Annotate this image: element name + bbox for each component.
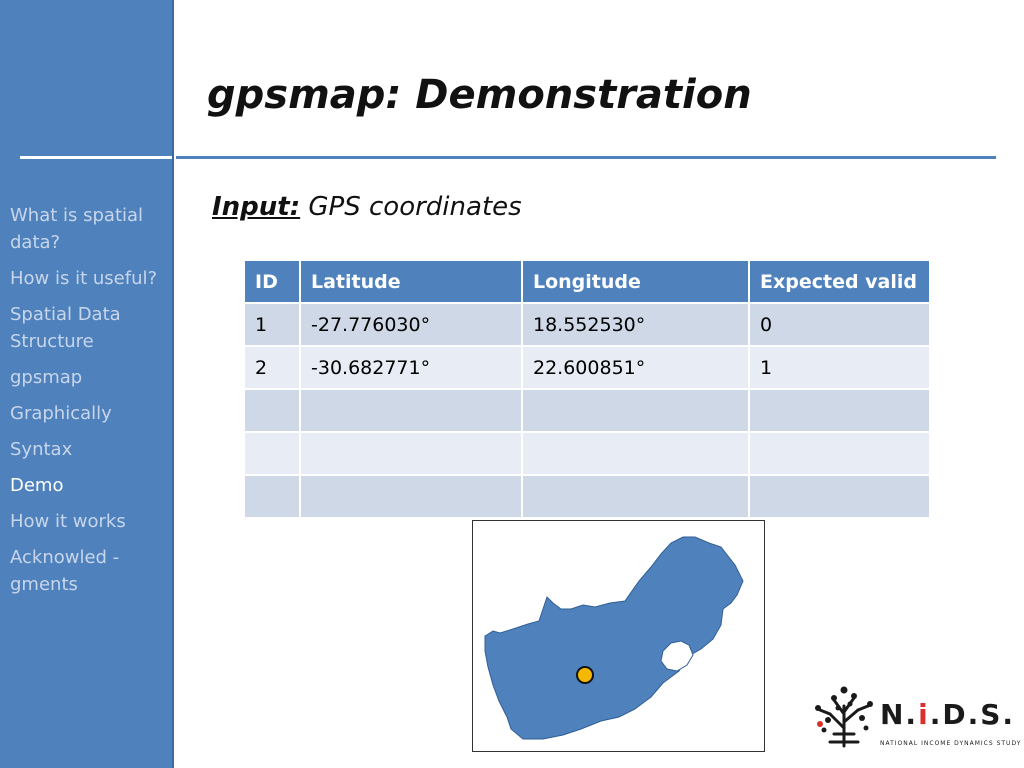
cell-longitude xyxy=(521,431,750,476)
cell-longitude: 18.552530° xyxy=(521,302,750,347)
title-divider xyxy=(176,156,996,159)
sidebar-item-gpsmap[interactable]: gpsmap xyxy=(10,364,170,391)
cell-latitude xyxy=(299,474,523,519)
logo-text-ds: .D.S. xyxy=(929,698,1016,731)
cell-latitude xyxy=(299,431,523,476)
cell-expected-valid xyxy=(748,474,931,519)
south-africa-map-icon xyxy=(484,536,744,740)
logo-subtitle: NATIONAL INCOME DYNAMICS STUDY xyxy=(880,740,1022,747)
logo-text-n: N. xyxy=(880,698,919,731)
header-longitude: Longitude xyxy=(521,259,750,304)
table-row: 1 -27.776030° 18.552530° 0 xyxy=(243,302,931,347)
cell-expected-valid: 0 xyxy=(748,302,931,347)
table-row xyxy=(243,388,931,433)
table-row: 2 -30.682771° 22.600851° 1 xyxy=(243,345,931,390)
cell-expected-valid xyxy=(748,431,931,476)
sidebar-item-spatial-data-structure[interactable]: Spatial Data Structure xyxy=(10,301,170,355)
cell-id xyxy=(243,474,301,519)
sidebar-item-demo[interactable]: Demo xyxy=(10,472,170,499)
sidebar-item-graphically[interactable]: Graphically xyxy=(10,400,170,427)
tree-logo-icon xyxy=(815,686,873,748)
input-caption: Input: GPS coordinates xyxy=(212,192,522,222)
nids-logo: N.i.D.S. NATIONAL INCOME DYNAMICS STUDY xyxy=(812,684,1020,754)
input-label: Input: xyxy=(212,192,301,222)
sidebar-item-acknowledgments[interactable]: Acknowled - gments xyxy=(10,544,170,598)
cell-longitude xyxy=(521,388,750,433)
header-id: ID xyxy=(243,259,301,304)
gps-point-marker xyxy=(576,666,594,684)
cell-id: 1 xyxy=(243,302,301,347)
cell-latitude: -27.776030° xyxy=(299,302,523,347)
page-title: gpsmap: Demonstration xyxy=(207,72,752,118)
sidebar: What is spatial data? How is it useful? … xyxy=(0,0,174,768)
cell-longitude xyxy=(521,474,750,519)
sidebar-item-what-is-spatial-data[interactable]: What is spatial data? xyxy=(10,202,170,256)
cell-latitude xyxy=(299,388,523,433)
table-row xyxy=(243,474,931,519)
south-africa-shape xyxy=(484,536,744,740)
header-latitude: Latitude xyxy=(299,259,523,304)
sidebar-divider xyxy=(20,156,172,159)
sidebar-item-how-it-works[interactable]: How it works xyxy=(10,508,170,535)
sidebar-nav: What is spatial data? How is it useful? … xyxy=(10,202,170,607)
cell-expected-valid: 1 xyxy=(748,345,931,390)
logo-text-i: i xyxy=(918,698,930,731)
sidebar-item-syntax[interactable]: Syntax xyxy=(10,436,170,463)
sidebar-item-how-is-it-useful[interactable]: How is it useful? xyxy=(10,265,170,292)
cell-longitude: 22.600851° xyxy=(521,345,750,390)
cell-id xyxy=(243,388,301,433)
input-description: GPS coordinates xyxy=(308,192,522,222)
coordinates-table: ID Latitude Longitude Expected valid 1 -… xyxy=(243,259,931,519)
table-header-row: ID Latitude Longitude Expected valid xyxy=(243,259,931,304)
cell-id xyxy=(243,431,301,476)
header-expected-valid: Expected valid xyxy=(748,259,931,304)
map-figure xyxy=(472,520,765,752)
cell-latitude: -30.682771° xyxy=(299,345,523,390)
cell-expected-valid xyxy=(748,388,931,433)
logo-wordmark: N.i.D.S. xyxy=(880,698,1015,731)
cell-id: 2 xyxy=(243,345,301,390)
table-row xyxy=(243,431,931,476)
